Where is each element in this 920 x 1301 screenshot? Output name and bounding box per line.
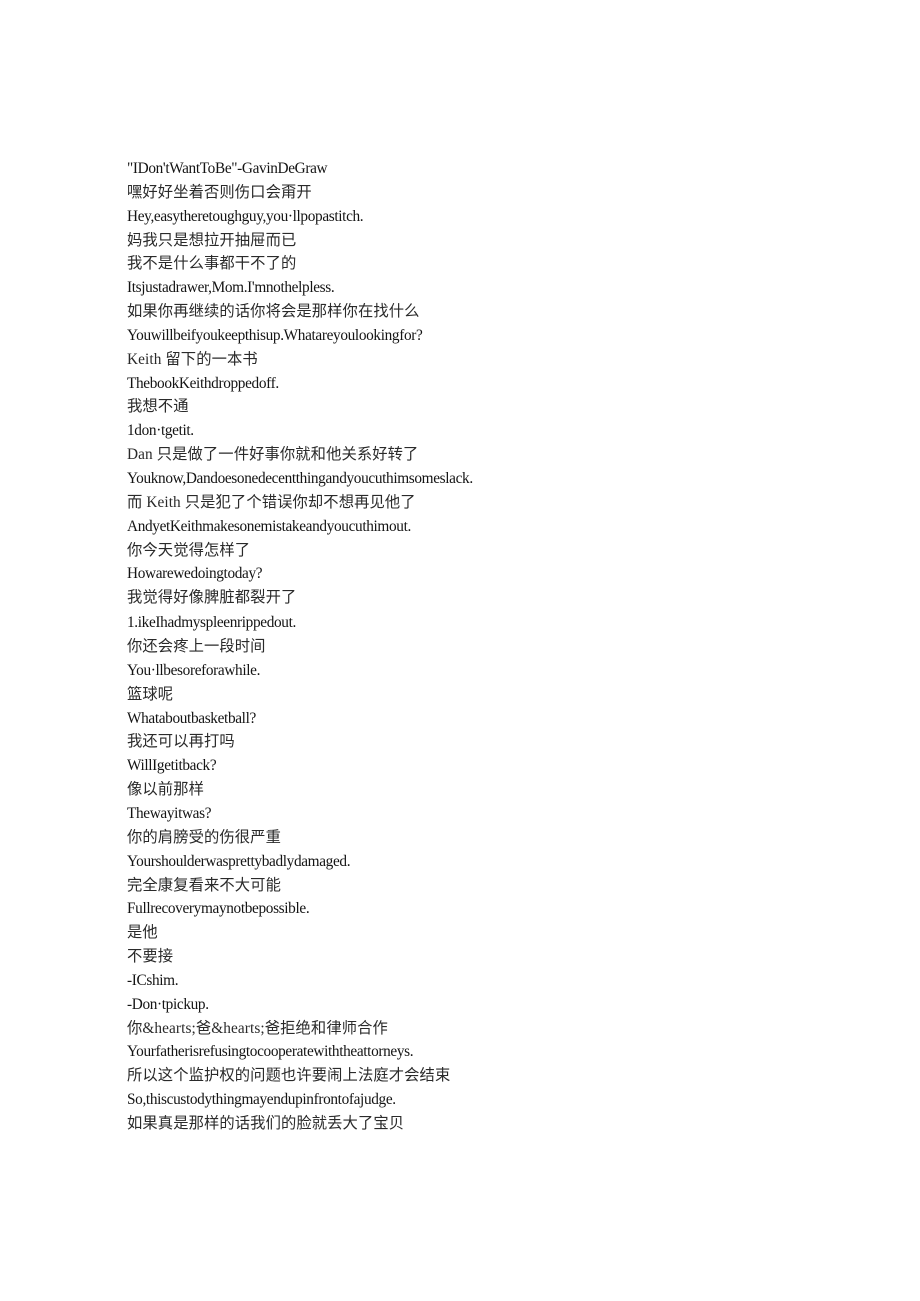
transcript-line: 你今天觉得怎样了 bbox=[127, 541, 251, 559]
transcript-line: 我还可以再打吗 bbox=[127, 733, 235, 751]
transcript-line: 妈我只是想拉开抽屉而已 bbox=[127, 231, 297, 249]
subtitle-transcript-block: "IDon'tWantToBe"-GavinDeGraw 嘿好好坐着否则伤口会甭开… bbox=[127, 157, 867, 1136]
transcript-line: -Don·tpickup. bbox=[127, 995, 209, 1013]
transcript-line: 像以前那样 bbox=[127, 781, 204, 799]
transcript-line: 1.ikeIhadmyspleenrippedout. bbox=[127, 614, 296, 632]
transcript-line: Whataboutbasketball? bbox=[127, 709, 256, 727]
transcript-line: Yourfatherisrefusingtocooperatewiththeat… bbox=[127, 1043, 414, 1061]
document-page: "IDon'tWantToBe"-GavinDeGraw 嘿好好坐着否则伤口会甭开… bbox=[0, 0, 920, 1301]
transcript-line: Youwillbeifyoukeepthisup.Whatareyoulooki… bbox=[127, 326, 423, 344]
transcript-line: WillIgetitback? bbox=[127, 757, 217, 775]
transcript-line: So,thiscustodythingmayendupinfrontofajud… bbox=[127, 1091, 396, 1109]
transcript-line: 而 Keith 只是犯了个错误你却不想再见他了 bbox=[127, 493, 416, 511]
transcript-line: -ICshim. bbox=[127, 971, 179, 989]
transcript-line: 不要接 bbox=[127, 948, 174, 966]
transcript-line: You·llbesoreforawhile. bbox=[127, 661, 261, 679]
transcript-line: Youknow,Dandoesonedecentthingandyoucuthi… bbox=[127, 469, 473, 487]
transcript-line: 你的肩膀受的伤很严重 bbox=[127, 828, 281, 846]
transcript-line: 所以这个监护权的问题也许要闹上法庭才会结束 bbox=[127, 1067, 451, 1085]
transcript-line: 如果你再继续的话你将会是那样你在找什么 bbox=[127, 303, 420, 321]
transcript-line: 你&hearts;爸&hearts;爸拒绝和律师合作 bbox=[127, 1019, 388, 1037]
transcript-line: 我不是什么事都干不了的 bbox=[127, 255, 297, 273]
transcript-line: 我想不通 bbox=[127, 398, 189, 416]
transcript-line: Thewayitwas? bbox=[127, 804, 212, 822]
transcript-line: Hey,easytheretoughguy,you·llpopastitch. bbox=[127, 207, 364, 225]
transcript-line: ThebookKeithdroppedoff. bbox=[127, 374, 279, 392]
transcript-line: "IDon'tWantToBe"-GavinDeGraw bbox=[127, 160, 328, 177]
transcript-line: 你还会疼上一段时间 bbox=[127, 638, 266, 656]
transcript-line: Howarewedoingtoday? bbox=[127, 565, 263, 583]
transcript-line: 是他 bbox=[127, 924, 158, 942]
transcript-line: 1don·tgetit. bbox=[127, 422, 194, 440]
transcript-line: Dan 只是做了一件好事你就和他关系好转了 bbox=[127, 446, 419, 464]
transcript-line: Fullrecoverymaynotbepossible. bbox=[127, 900, 310, 918]
transcript-line: 嘿好好坐着否则伤口会甭开 bbox=[127, 183, 312, 201]
transcript-line: 如果真是那样的话我们的脸就丢大了宝贝 bbox=[127, 1114, 405, 1132]
transcript-line: AndyetKeithmakesonemistakeandyoucuthimou… bbox=[127, 517, 411, 535]
transcript-line: 篮球呢 bbox=[127, 685, 174, 703]
transcript-line: Itsjustadrawer,Mom.I'mnothelpless. bbox=[127, 279, 335, 297]
transcript-line: Yourshoulderwasprettybadlydamaged. bbox=[127, 852, 351, 870]
transcript-line: 完全康复看来不大可能 bbox=[127, 876, 281, 894]
transcript-line: 我觉得好像脾脏都裂开了 bbox=[127, 589, 297, 607]
transcript-line: Keith 留下的一本书 bbox=[127, 350, 258, 368]
